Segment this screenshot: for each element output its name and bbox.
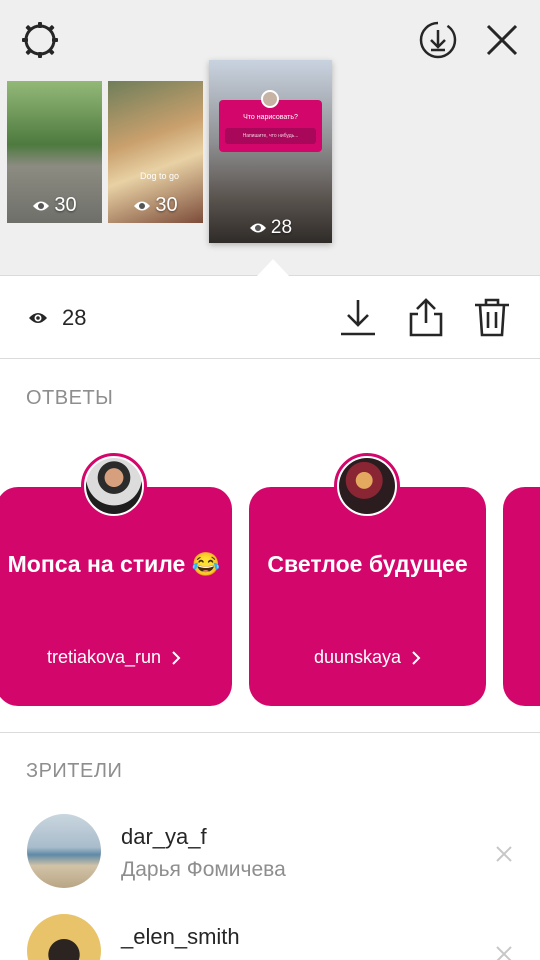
- story-thumbnail[interactable]: 30: [7, 81, 102, 223]
- question-title: Что нарисовать?: [243, 114, 298, 121]
- thumbnail-views: 30: [108, 194, 203, 217]
- story-actions-bar: 28: [0, 277, 540, 359]
- viewer-username: _elen_smith: [121, 924, 240, 949]
- viewer-row[interactable]: dar_ya_f Дарья Фомичева: [0, 806, 540, 896]
- save-story-button[interactable]: [416, 18, 460, 62]
- close-button[interactable]: [480, 18, 524, 62]
- trash-icon: [475, 298, 509, 337]
- reply-text: Мопса на стиле 😂: [7, 551, 221, 577]
- replies-section-title: ОТВЕТЫ: [26, 387, 114, 409]
- remove-viewer-button[interactable]: [492, 842, 516, 866]
- viewer-full-name: Дарья Фомичева: [121, 858, 286, 881]
- story-viewer-header: 30 Dog to go 30 Что нарисовать? Напишите…: [0, 0, 540, 276]
- reply-text: Светлое будущее: [267, 551, 468, 577]
- section-divider: [0, 732, 540, 733]
- question-placeholder: Напишите, что нибудь...: [225, 128, 316, 144]
- save-circle-icon: [419, 21, 457, 59]
- remove-icon: [496, 846, 512, 862]
- avatar[interactable]: [27, 814, 101, 888]
- eye-icon: [249, 223, 266, 233]
- avatar[interactable]: [27, 914, 101, 960]
- close-icon: [486, 24, 518, 56]
- reply-username: tretiakova_run: [46, 647, 162, 667]
- reply-card[interactable]: Светлое будущее duunskaya: [249, 487, 486, 706]
- story-thumbnail[interactable]: Dog to go 30: [108, 81, 203, 223]
- thumbnail-sticker: Dog to go: [140, 171, 180, 181]
- story-thumbnail-selected[interactable]: Что нарисовать? Напишите, что нибудь... …: [209, 60, 332, 243]
- remove-viewer-button[interactable]: [492, 942, 516, 960]
- delete-button[interactable]: [472, 297, 512, 337]
- reply-card[interactable]: Мопса на стиле 😂 tretiakova_run: [0, 487, 232, 706]
- eye-icon: [29, 313, 47, 323]
- thumbnail-views: 30: [7, 194, 102, 217]
- chevron-right-icon: [412, 650, 421, 665]
- settings-icon: [22, 22, 58, 58]
- share-icon: [409, 298, 443, 337]
- avatar[interactable]: [81, 453, 147, 519]
- question-avatar: [261, 90, 279, 108]
- reply-user-link[interactable]: duunskaya: [249, 647, 486, 668]
- chevron-right-icon: [172, 650, 181, 665]
- share-button[interactable]: [406, 297, 446, 337]
- remove-icon: [496, 946, 512, 960]
- settings-button[interactable]: [18, 18, 62, 62]
- reply-username: duunskaya: [313, 647, 402, 667]
- viewers-section-title: ЗРИТЕЛИ: [26, 760, 123, 782]
- view-count: 28: [28, 305, 86, 331]
- download-icon: [341, 300, 375, 336]
- thumbnail-views: 28: [209, 217, 332, 239]
- download-button[interactable]: [338, 297, 378, 337]
- reply-user-link[interactable]: tretiakova_run: [0, 647, 232, 668]
- viewer-row[interactable]: _elen_smith: [0, 906, 540, 960]
- avatar[interactable]: [334, 453, 400, 519]
- eye-icon: [134, 201, 151, 210]
- selection-pointer: [257, 259, 289, 276]
- viewer-username: dar_ya_f: [121, 824, 207, 849]
- eye-icon: [33, 201, 50, 210]
- reply-card[interactable]: [503, 487, 540, 706]
